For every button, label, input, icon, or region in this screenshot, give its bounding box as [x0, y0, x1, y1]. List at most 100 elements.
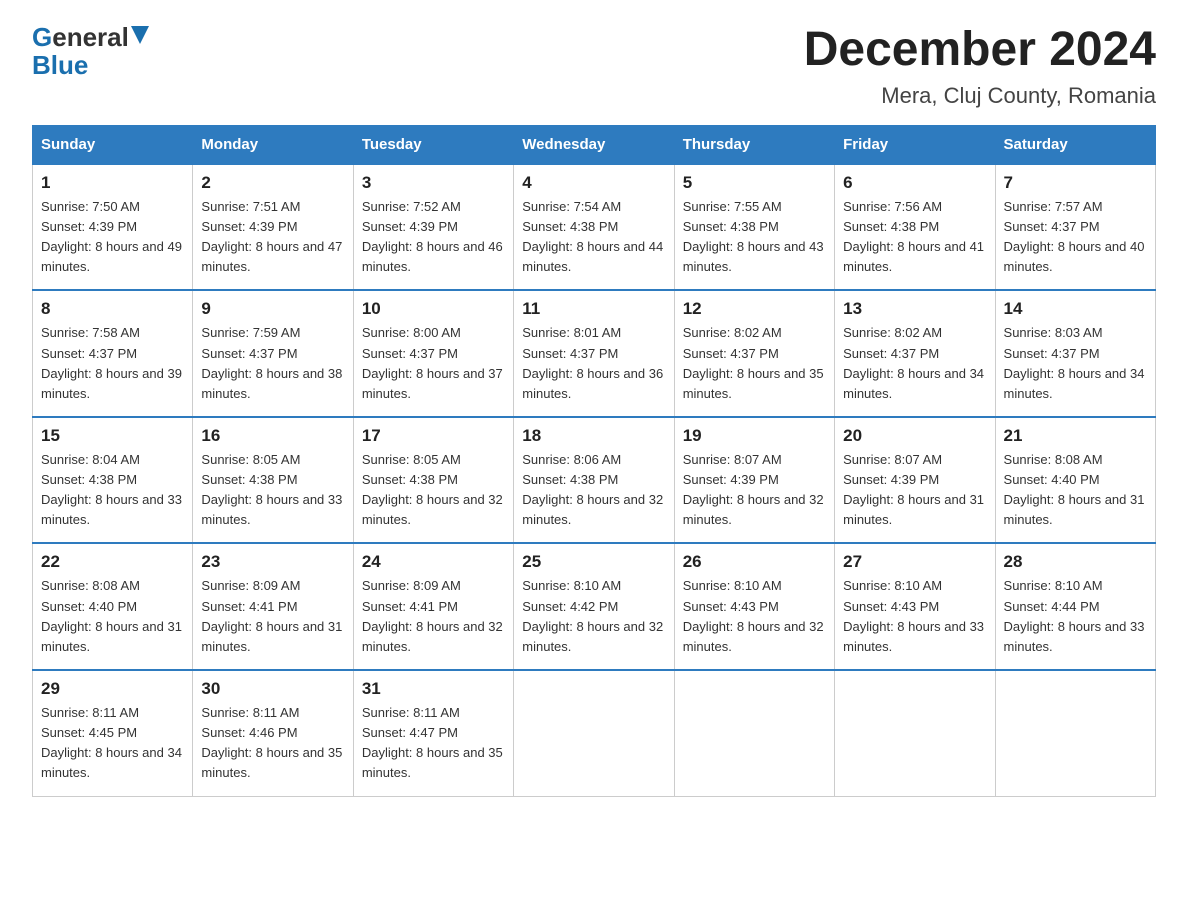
day-number: 18	[522, 426, 665, 446]
day-info: Sunrise: 7:51 AMSunset: 4:39 PMDaylight:…	[201, 197, 344, 278]
calendar-cell: 15Sunrise: 8:04 AMSunset: 4:38 PMDayligh…	[33, 417, 193, 544]
calendar-cell: 28 Sunrise: 8:10 AMSunset: 4:44 PMDayligh…	[995, 543, 1155, 670]
calendar-cell: 3 Sunrise: 7:52 AMSunset: 4:39 PMDaylight…	[353, 164, 513, 291]
day-number: 2	[201, 173, 344, 193]
day-info: Sunrise: 8:05 AMSunset: 4:38 PMDaylight:…	[201, 450, 344, 531]
col-header-wednesday: Wednesday	[514, 125, 674, 164]
day-number: 24	[362, 552, 505, 572]
day-info: Sunrise: 8:08 AMSunset: 4:40 PMDaylight:…	[1004, 450, 1147, 531]
location-subtitle: Mera, Cluj County, Romania	[804, 83, 1156, 109]
calendar-cell: 11Sunrise: 8:01 AMSunset: 4:37 PMDayligh…	[514, 290, 674, 417]
calendar-cell: 10Sunrise: 8:00 AMSunset: 4:37 PMDayligh…	[353, 290, 513, 417]
calendar-cell: 12 Sunrise: 8:02 AMSunset: 4:37 PMDayligh…	[674, 290, 834, 417]
calendar-cell: 2 Sunrise: 7:51 AMSunset: 4:39 PMDaylight…	[193, 164, 353, 291]
day-info: Sunrise: 8:05 AMSunset: 4:38 PMDaylight:…	[362, 450, 505, 531]
day-info: Sunrise: 8:11 AMSunset: 4:46 PMDaylight:…	[201, 703, 344, 784]
day-info: Sunrise: 7:57 AMSunset: 4:37 PMDaylight:…	[1004, 197, 1147, 278]
day-info: Sunrise: 7:54 AMSunset: 4:38 PMDaylight:…	[522, 197, 665, 278]
day-number: 16	[201, 426, 344, 446]
day-number: 3	[362, 173, 505, 193]
logo-general-text: General	[32, 24, 129, 50]
calendar-table: SundayMondayTuesdayWednesdayThursdayFrid…	[32, 125, 1156, 797]
day-info: Sunrise: 8:02 AMSunset: 4:37 PMDaylight:…	[683, 323, 826, 404]
calendar-cell: 7 Sunrise: 7:57 AMSunset: 4:37 PMDaylight…	[995, 164, 1155, 291]
calendar-header: SundayMondayTuesdayWednesdayThursdayFrid…	[33, 125, 1156, 164]
col-header-monday: Monday	[193, 125, 353, 164]
day-info: Sunrise: 8:02 AMSunset: 4:37 PMDaylight:…	[843, 323, 986, 404]
title-block: December 2024 Mera, Cluj County, Romania	[804, 24, 1156, 109]
day-info: Sunrise: 8:09 AMSunset: 4:41 PMDaylight:…	[362, 576, 505, 657]
day-info: Sunrise: 8:04 AMSunset: 4:38 PMDaylight:…	[41, 450, 184, 531]
calendar-cell	[995, 670, 1155, 796]
calendar-cell: 22 Sunrise: 8:08 AMSunset: 4:40 PMDayligh…	[33, 543, 193, 670]
week-row-5: 29 Sunrise: 8:11 AMSunset: 4:45 PMDayligh…	[33, 670, 1156, 796]
day-number: 14	[1004, 299, 1147, 319]
calendar-cell: 29 Sunrise: 8:11 AMSunset: 4:45 PMDayligh…	[33, 670, 193, 796]
calendar-cell	[514, 670, 674, 796]
day-info: Sunrise: 7:58 AMSunset: 4:37 PMDaylight:…	[41, 323, 184, 404]
calendar-cell: 6 Sunrise: 7:56 AMSunset: 4:38 PMDaylight…	[835, 164, 995, 291]
day-info: Sunrise: 8:03 AMSunset: 4:37 PMDaylight:…	[1004, 323, 1147, 404]
week-row-2: 8 Sunrise: 7:58 AMSunset: 4:37 PMDaylight…	[33, 290, 1156, 417]
calendar-cell: 18 Sunrise: 8:06 AMSunset: 4:38 PMDayligh…	[514, 417, 674, 544]
day-number: 11	[522, 299, 665, 319]
calendar-cell: 27Sunrise: 8:10 AMSunset: 4:43 PMDayligh…	[835, 543, 995, 670]
day-number: 23	[201, 552, 344, 572]
calendar-cell: 24 Sunrise: 8:09 AMSunset: 4:41 PMDayligh…	[353, 543, 513, 670]
day-info: Sunrise: 7:56 AMSunset: 4:38 PMDaylight:…	[843, 197, 986, 278]
day-number: 17	[362, 426, 505, 446]
day-info: Sunrise: 7:55 AMSunset: 4:38 PMDaylight:…	[683, 197, 826, 278]
day-number: 28	[1004, 552, 1147, 572]
logo: General Blue	[32, 24, 149, 78]
calendar-cell: 19 Sunrise: 8:07 AMSunset: 4:39 PMDayligh…	[674, 417, 834, 544]
day-info: Sunrise: 8:10 AMSunset: 4:43 PMDaylight:…	[683, 576, 826, 657]
week-row-1: 1Sunrise: 7:50 AMSunset: 4:39 PMDaylight…	[33, 164, 1156, 291]
day-number: 13	[843, 299, 986, 319]
calendar-cell: 5Sunrise: 7:55 AMSunset: 4:38 PMDaylight…	[674, 164, 834, 291]
day-info: Sunrise: 8:07 AMSunset: 4:39 PMDaylight:…	[843, 450, 986, 531]
day-number: 21	[1004, 426, 1147, 446]
calendar-cell: 14 Sunrise: 8:03 AMSunset: 4:37 PMDayligh…	[995, 290, 1155, 417]
day-number: 8	[41, 299, 184, 319]
day-number: 1	[41, 173, 184, 193]
calendar-cell: 1Sunrise: 7:50 AMSunset: 4:39 PMDaylight…	[33, 164, 193, 291]
day-number: 12	[683, 299, 826, 319]
col-header-sunday: Sunday	[33, 125, 193, 164]
day-number: 20	[843, 426, 986, 446]
calendar-cell: 9Sunrise: 7:59 AMSunset: 4:37 PMDaylight…	[193, 290, 353, 417]
day-number: 6	[843, 173, 986, 193]
day-number: 10	[362, 299, 505, 319]
day-number: 29	[41, 679, 184, 699]
week-row-4: 22 Sunrise: 8:08 AMSunset: 4:40 PMDayligh…	[33, 543, 1156, 670]
day-info: Sunrise: 8:11 AMSunset: 4:45 PMDaylight:…	[41, 703, 184, 784]
logo-blue-text: Blue	[32, 52, 88, 78]
day-info: Sunrise: 7:52 AMSunset: 4:39 PMDaylight:…	[362, 197, 505, 278]
logo-arrow-icon	[131, 26, 149, 44]
calendar-cell: 4Sunrise: 7:54 AMSunset: 4:38 PMDaylight…	[514, 164, 674, 291]
day-number: 31	[362, 679, 505, 699]
header-row: SundayMondayTuesdayWednesdayThursdayFrid…	[33, 125, 1156, 164]
day-info: Sunrise: 8:09 AMSunset: 4:41 PMDaylight:…	[201, 576, 344, 657]
day-info: Sunrise: 7:59 AMSunset: 4:37 PMDaylight:…	[201, 323, 344, 404]
day-number: 30	[201, 679, 344, 699]
col-header-saturday: Saturday	[995, 125, 1155, 164]
calendar-cell: 20 Sunrise: 8:07 AMSunset: 4:39 PMDayligh…	[835, 417, 995, 544]
day-info: Sunrise: 8:07 AMSunset: 4:39 PMDaylight:…	[683, 450, 826, 531]
day-number: 19	[683, 426, 826, 446]
day-number: 26	[683, 552, 826, 572]
day-info: Sunrise: 8:10 AMSunset: 4:44 PMDaylight:…	[1004, 576, 1147, 657]
col-header-friday: Friday	[835, 125, 995, 164]
calendar-cell: 17 Sunrise: 8:05 AMSunset: 4:38 PMDayligh…	[353, 417, 513, 544]
day-number: 25	[522, 552, 665, 572]
calendar-body: 1Sunrise: 7:50 AMSunset: 4:39 PMDaylight…	[33, 164, 1156, 796]
day-info: Sunrise: 8:10 AMSunset: 4:43 PMDaylight:…	[843, 576, 986, 657]
day-number: 22	[41, 552, 184, 572]
calendar-cell: 21 Sunrise: 8:08 AMSunset: 4:40 PMDayligh…	[995, 417, 1155, 544]
week-row-3: 15Sunrise: 8:04 AMSunset: 4:38 PMDayligh…	[33, 417, 1156, 544]
day-info: Sunrise: 8:06 AMSunset: 4:38 PMDaylight:…	[522, 450, 665, 531]
calendar-cell: 23 Sunrise: 8:09 AMSunset: 4:41 PMDayligh…	[193, 543, 353, 670]
day-number: 7	[1004, 173, 1147, 193]
calendar-cell: 30 Sunrise: 8:11 AMSunset: 4:46 PMDayligh…	[193, 670, 353, 796]
calendar-cell: 16 Sunrise: 8:05 AMSunset: 4:38 PMDayligh…	[193, 417, 353, 544]
day-info: Sunrise: 8:08 AMSunset: 4:40 PMDaylight:…	[41, 576, 184, 657]
